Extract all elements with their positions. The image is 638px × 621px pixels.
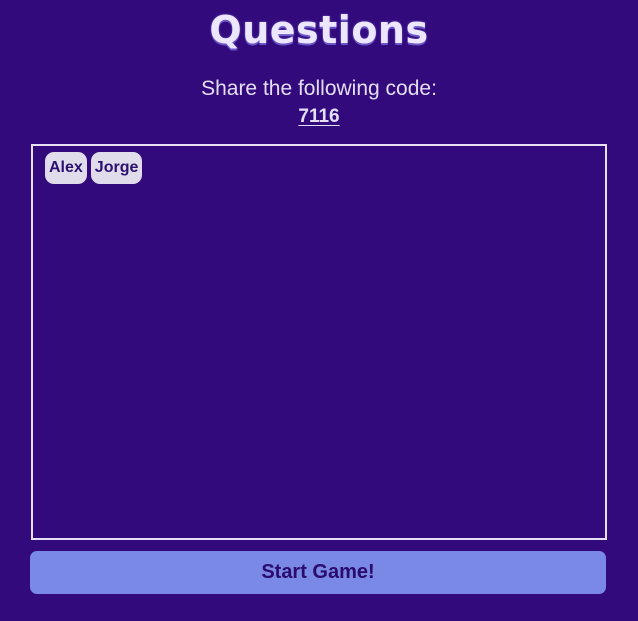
players-panel: Alex Jorge	[31, 144, 607, 540]
players-list: Alex Jorge	[45, 152, 143, 184]
start-game-button[interactable]: Start Game!	[30, 551, 606, 594]
player-chip: Jorge	[90, 152, 143, 184]
share-instruction: Share the following code:	[201, 77, 437, 100]
game-code-link[interactable]: 7116	[0, 106, 638, 128]
player-chip: Alex	[45, 152, 87, 184]
page-title: Questions	[209, 8, 429, 52]
